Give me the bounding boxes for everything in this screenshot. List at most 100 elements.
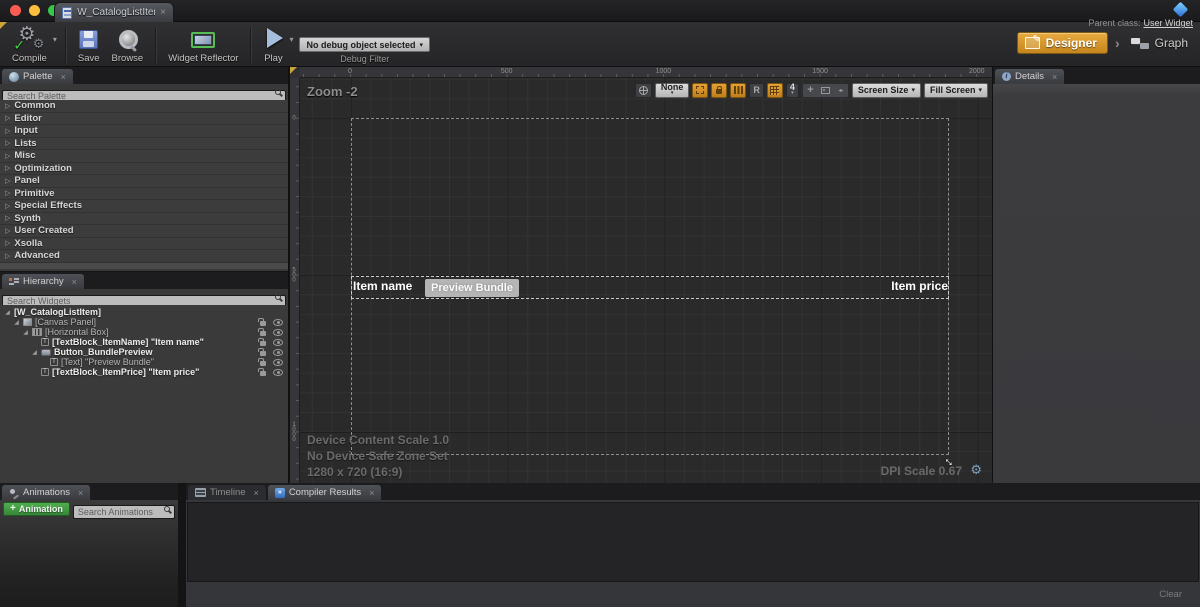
mode-switcher: Designer › Graph — [1017, 32, 1192, 54]
eye-icon[interactable] — [273, 349, 283, 356]
debug-object-dropdown[interactable]: No debug object selected▾ — [299, 37, 430, 52]
expander-icon[interactable]: ◢ — [4, 309, 11, 316]
play-options-caret[interactable]: ▾ — [289, 35, 293, 44]
widget-preview-bundle-button[interactable]: Preview Bundle — [425, 279, 519, 297]
play-button[interactable]: Play — [257, 25, 289, 65]
palette-category-advanced[interactable]: ▷Advanced — [0, 250, 288, 263]
eye-icon[interactable] — [273, 319, 283, 326]
palette-category-user-created[interactable]: ▷User Created — [0, 225, 288, 238]
fill-screen-dropdown[interactable]: Fill Screen▾ — [924, 83, 988, 98]
compile-button[interactable]: ⚙⚙✓ Compile — [6, 25, 53, 65]
graph-mode-button[interactable]: Graph — [1127, 33, 1192, 53]
palette-category-xsolla[interactable]: ▷Xsolla — [0, 238, 288, 251]
eye-icon[interactable] — [273, 369, 283, 376]
debug-filter-group: No debug object selected▾ Debug Filter — [295, 25, 434, 65]
hierarchy-row[interactable]: T[Text] "Preview Bundle" — [0, 357, 288, 367]
palette-category-input[interactable]: ▷Input — [0, 125, 288, 138]
tab-timeline[interactable]: Timeline × — [188, 485, 266, 500]
expander-icon[interactable]: ◢ — [22, 329, 29, 336]
lock-icon[interactable] — [260, 331, 266, 336]
lock-icon[interactable] — [260, 361, 266, 366]
flip-preview-button[interactable]: ◂▸ — [833, 84, 848, 97]
screen-size-dropdown[interactable]: Screen Size▾ — [852, 83, 921, 98]
palette-category-primitive[interactable]: ▷Primitive — [0, 188, 288, 201]
tab-compiler-results[interactable]: » Compiler Results × — [268, 485, 382, 500]
toggle-outlines-button[interactable] — [692, 83, 708, 98]
save-button[interactable]: Save — [72, 25, 106, 65]
add-animation-button[interactable]: + Animation — [3, 502, 70, 516]
hierarchy-item-label: Button_BundlePreview — [54, 347, 153, 357]
expander-icon[interactable]: ◢ — [31, 349, 38, 356]
palette-category-editor[interactable]: ▷Editor — [0, 113, 288, 126]
palette-category-panel[interactable]: ▷Panel — [0, 175, 288, 188]
close-icon[interactable]: × — [254, 488, 259, 498]
browse-icon — [117, 30, 137, 50]
save-icon — [79, 30, 98, 49]
hierarchy-row[interactable]: ◢[Canvas Panel] — [0, 317, 288, 327]
dpi-settings-gear-icon[interactable]: ⚙ — [970, 463, 982, 477]
ruler-vertical: 05001000 — [290, 78, 300, 483]
lock-icon[interactable] — [260, 321, 266, 326]
animations-search-input[interactable] — [73, 505, 175, 519]
close-icon[interactable]: × — [61, 72, 66, 82]
close-tab-icon[interactable]: × — [160, 8, 166, 18]
tab-details[interactable]: i Details × — [995, 69, 1064, 84]
render-transform-button[interactable] — [818, 84, 833, 97]
bottom-splitter[interactable] — [178, 483, 186, 607]
lock-icon[interactable] — [260, 341, 266, 346]
minimize-window-button[interactable] — [29, 5, 40, 16]
close-icon[interactable]: × — [78, 488, 83, 498]
clear-button[interactable]: Clear — [1159, 589, 1182, 600]
eye-icon[interactable] — [273, 329, 283, 336]
widget-reflector-button[interactable]: Widget Reflector — [162, 25, 244, 65]
palette-category-synth[interactable]: ▷Synth — [0, 213, 288, 226]
grid-size-dropdown[interactable]: 4▾ — [786, 83, 799, 98]
parent-class-link[interactable]: User Widget — [1143, 18, 1193, 28]
widget-item-price-text[interactable]: Item price — [891, 279, 948, 293]
translate-mode-button[interactable]: + — [803, 84, 818, 97]
preview-background-button[interactable] — [635, 83, 652, 98]
bottom-tabbar: Timeline × » Compiler Results × — [186, 483, 1200, 500]
palette-category-common[interactable]: ▷Common — [0, 100, 288, 113]
close-icon[interactable]: × — [72, 277, 77, 287]
palette-panel: Palette × ▷Common▷Editor▷Input▷Lists▷Mis… — [0, 67, 288, 271]
tab-hierarchy[interactable]: Hierarchy × — [2, 274, 84, 289]
hierarchy-item-label: [Horizontal Box] — [45, 327, 109, 337]
toggle-respect-locks-button[interactable] — [730, 83, 746, 98]
palette-category-special-effects[interactable]: ▷Special Effects — [0, 200, 288, 213]
hierarchy-row[interactable]: ◢ Button_BundlePreview — [0, 347, 288, 357]
hierarchy-row[interactable]: ◢[W_CatalogListItem] — [0, 307, 288, 317]
search-icon — [275, 89, 281, 95]
palette-category-misc[interactable]: ▷Misc — [0, 150, 288, 163]
close-icon[interactable]: × — [369, 488, 374, 498]
localization-preview-dropdown[interactable]: None▾ — [655, 83, 690, 98]
close-icon[interactable]: × — [1052, 72, 1057, 82]
lock-icon — [716, 89, 722, 94]
eye-icon[interactable] — [273, 339, 283, 346]
expander-icon[interactable]: ◢ — [13, 319, 20, 326]
design-surface[interactable]: Zoom -2 None▾ R 4▾ + ◂▸ — [300, 78, 992, 483]
toggle-r-button[interactable]: R — [749, 83, 764, 98]
toggle-grid-snap-button[interactable] — [767, 83, 783, 98]
lock-icon[interactable] — [260, 351, 266, 356]
text-icon: T — [41, 338, 49, 346]
expander-icon: ▷ — [5, 202, 10, 210]
designer-mode-button[interactable]: Designer — [1017, 32, 1108, 54]
eye-icon[interactable] — [273, 359, 283, 366]
expander-icon: ▷ — [5, 114, 10, 122]
palette-category-optimization[interactable]: ▷Optimization — [0, 163, 288, 176]
hierarchy-row[interactable]: T[TextBlock_ItemName] "Item name" — [0, 337, 288, 347]
lock-icon[interactable] — [260, 371, 266, 376]
tab-palette[interactable]: Palette × — [2, 69, 73, 84]
document-tab[interactable]: W_CatalogListItem × — [54, 2, 174, 22]
hierarchy-row[interactable]: ◢ [Horizontal Box] — [0, 327, 288, 337]
chevron-down-icon: ▾ — [791, 90, 794, 97]
toggle-lock-button[interactable] — [711, 83, 727, 98]
compile-options-caret[interactable]: ▾ — [53, 35, 57, 44]
palette-category-lists[interactable]: ▷Lists — [0, 138, 288, 151]
close-window-button[interactable] — [10, 5, 21, 16]
widget-item-name-text[interactable]: Item name — [353, 279, 412, 293]
hierarchy-row[interactable]: T[TextBlock_ItemPrice] "Item price" — [0, 367, 288, 377]
browse-button[interactable]: Browse — [106, 25, 150, 65]
tab-animations[interactable]: Animations × — [2, 485, 90, 500]
